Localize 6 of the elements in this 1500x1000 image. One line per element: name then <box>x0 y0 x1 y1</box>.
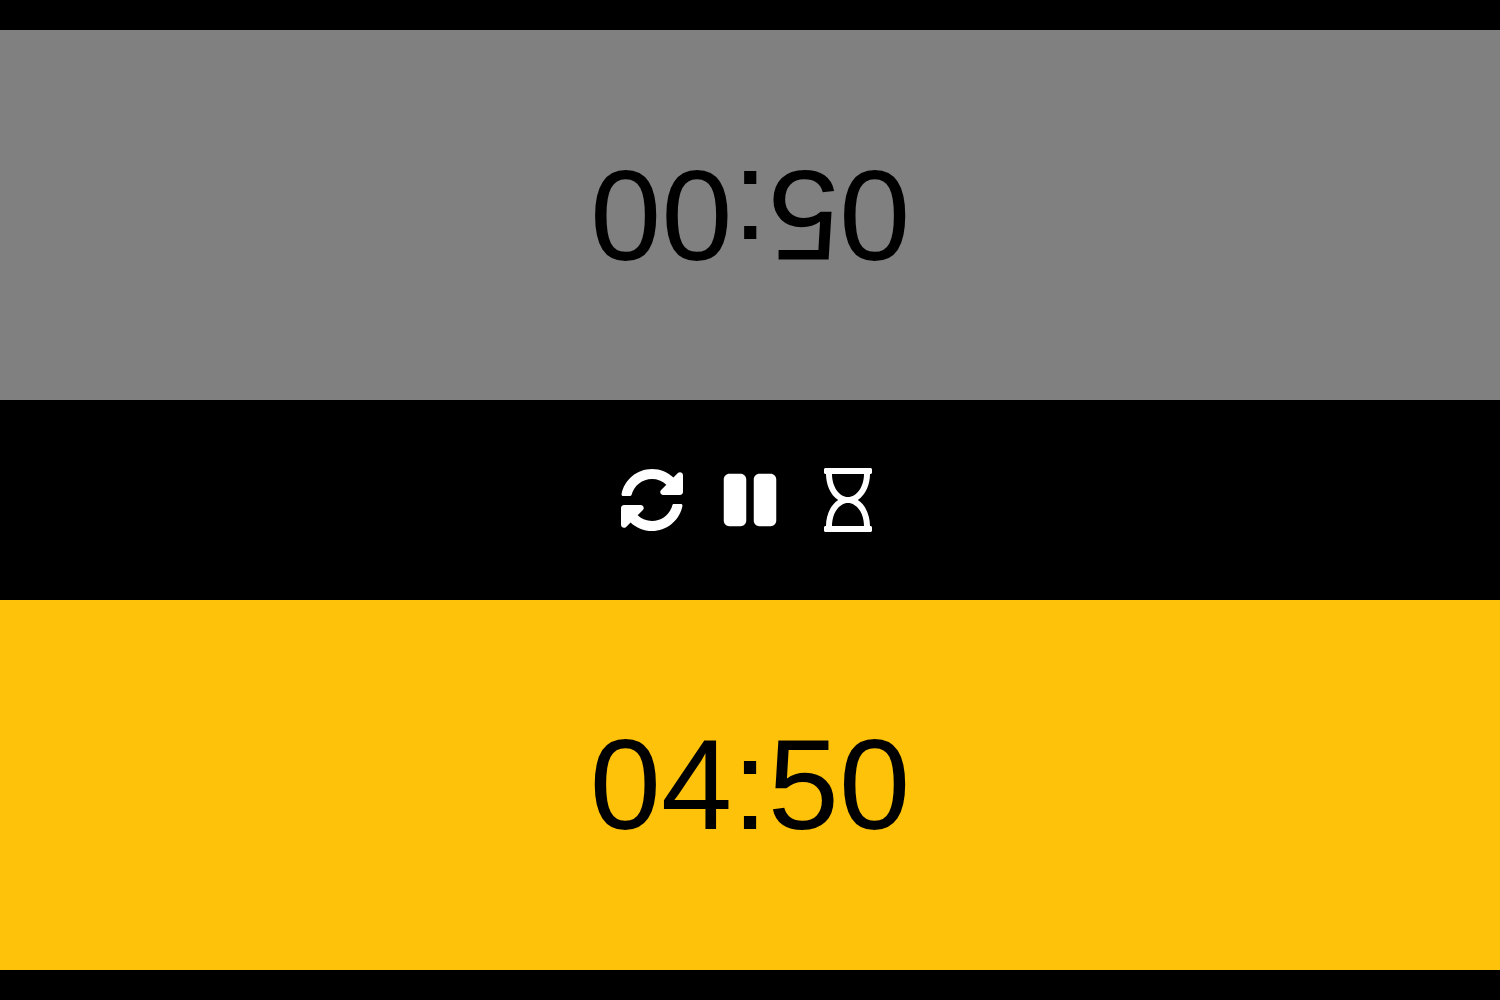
player-clock-panel[interactable]: 04:50 <box>0 600 1500 970</box>
clock-time: 05:00 <box>589 151 911 279</box>
clock-time: 04:50 <box>589 721 911 849</box>
reset-button[interactable] <box>620 468 684 532</box>
reset-icon <box>620 468 684 532</box>
player-clock-panel[interactable]: 05:00 <box>0 30 1500 400</box>
